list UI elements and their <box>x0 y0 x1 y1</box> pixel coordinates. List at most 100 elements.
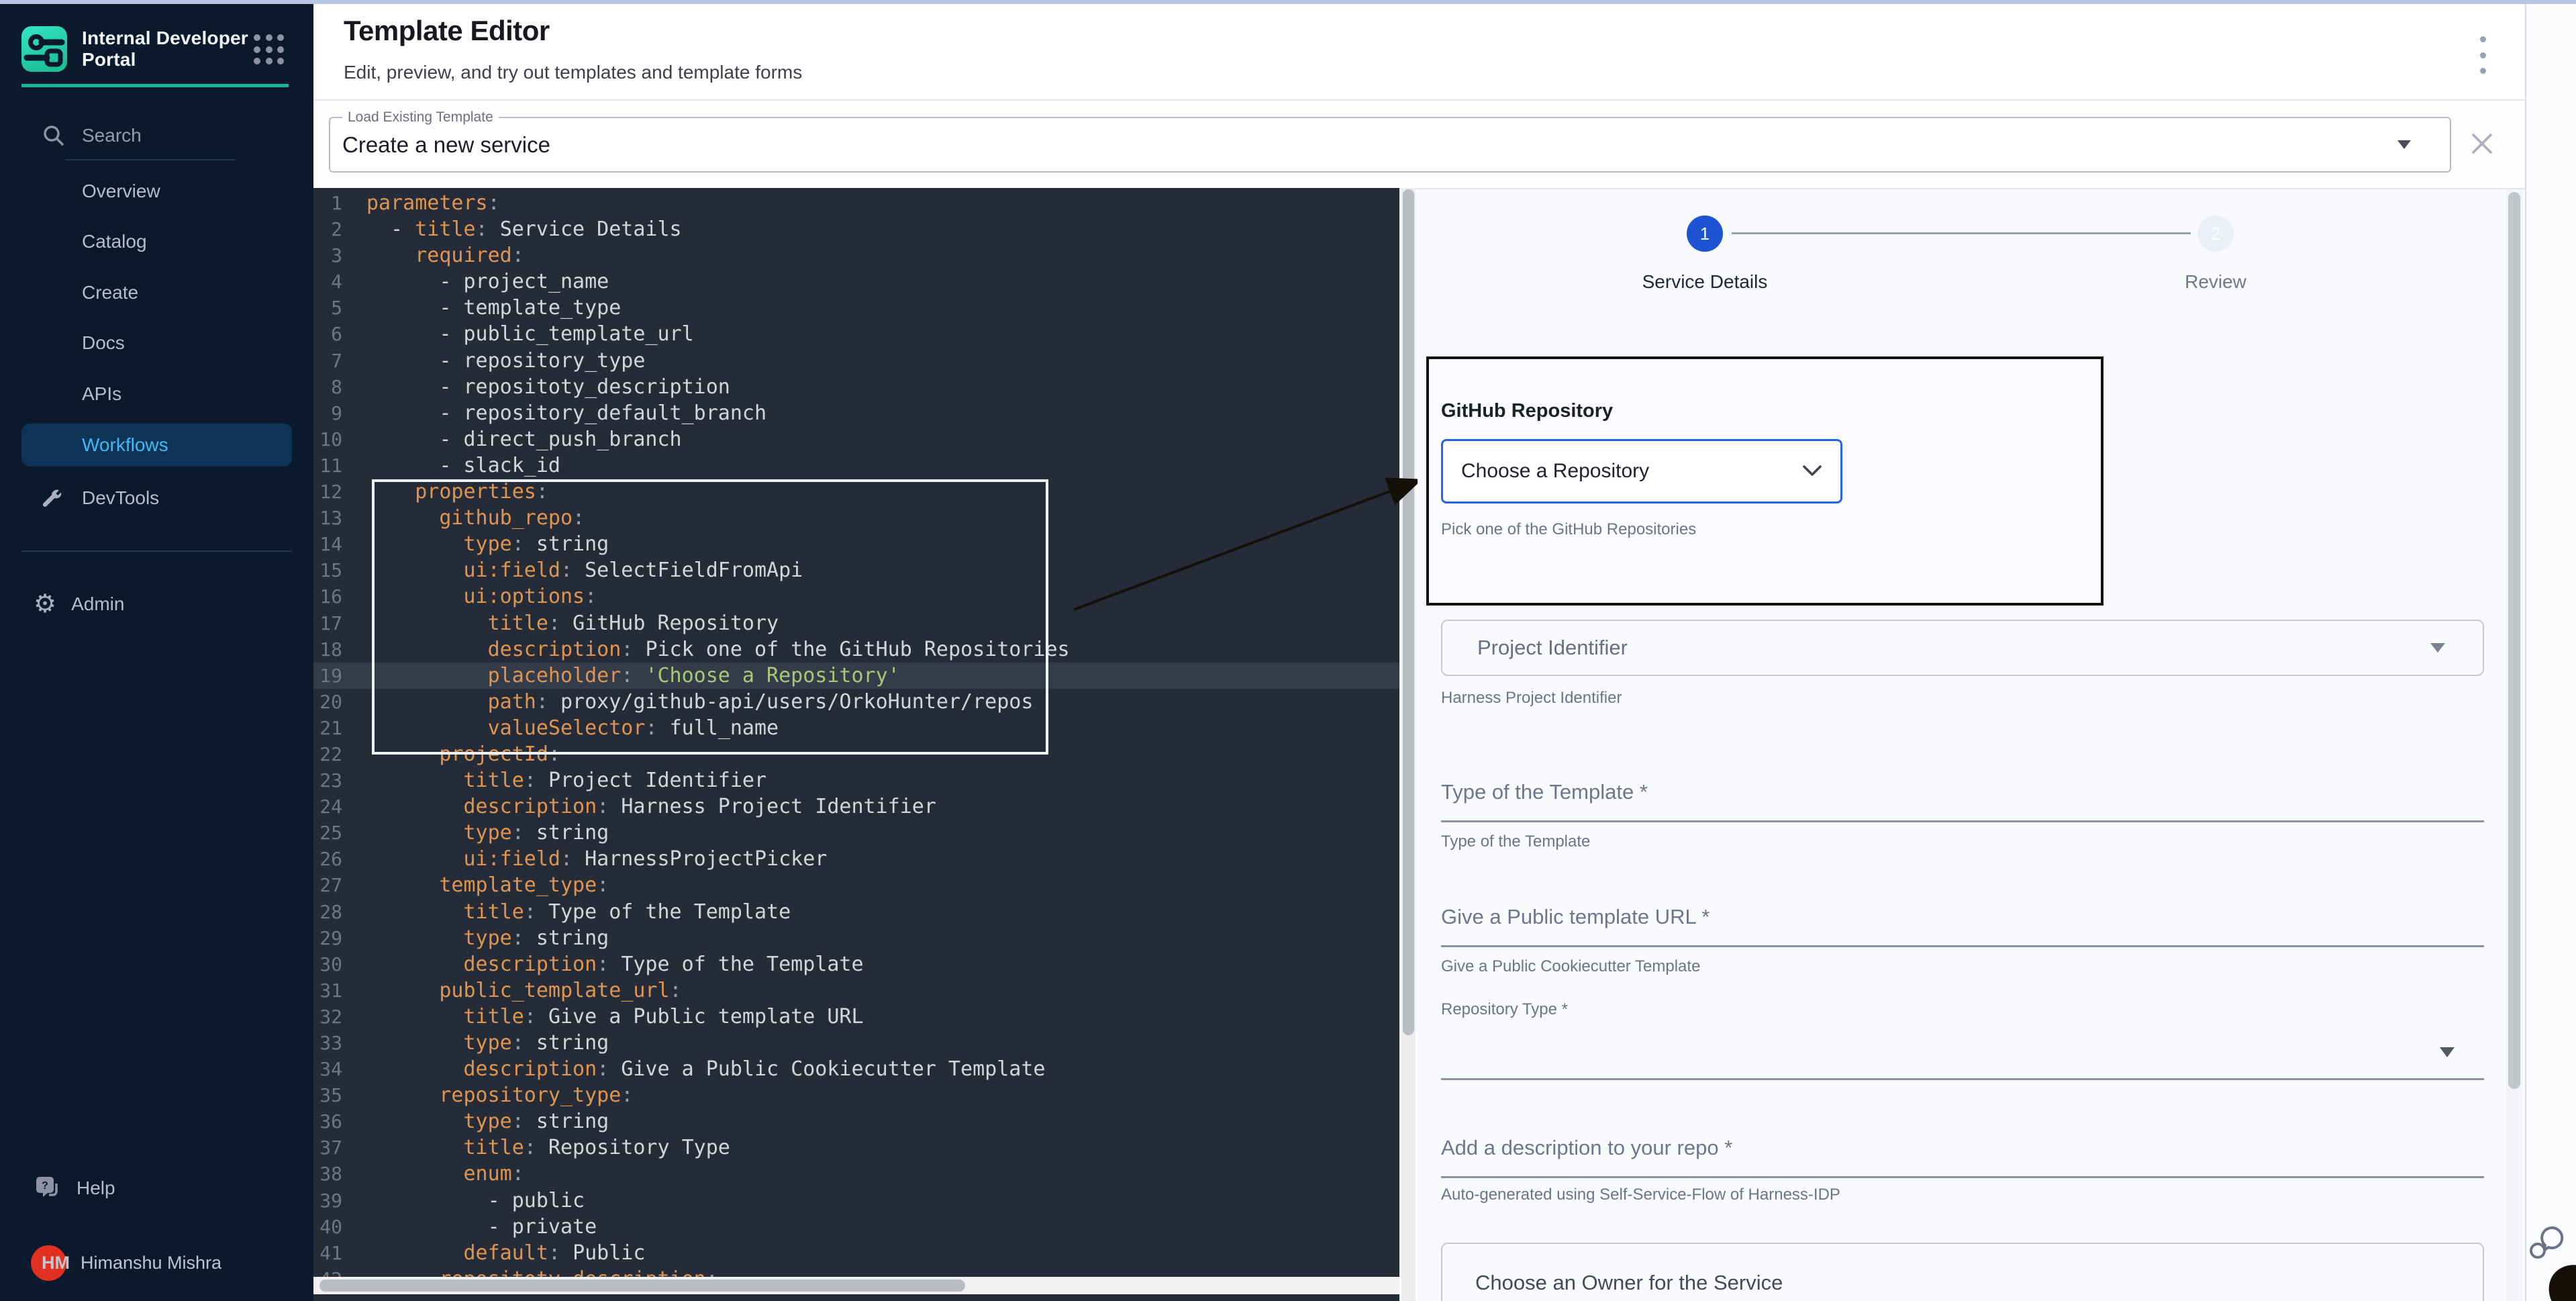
code-line-27[interactable]: 27 template_type: <box>313 872 1399 898</box>
code-line-7[interactable]: 7 - repository_type <box>313 348 1399 374</box>
chevron-down-icon <box>1803 465 1822 477</box>
search-divider <box>65 159 235 160</box>
sidebar-item-catalog[interactable]: Catalog <box>0 217 313 268</box>
clear-template-button[interactable] <box>2470 132 2494 156</box>
line-number: 29 <box>313 925 342 951</box>
kebab-menu-button[interactable] <box>2469 34 2496 77</box>
code-line-4[interactable]: 4 - project_name <box>313 269 1399 295</box>
code-line-12[interactable]: 12 properties: <box>313 479 1399 505</box>
code-line-19[interactable]: 19 placeholder: 'Choose a Repository' <box>313 663 1399 689</box>
load-template-row: Load Existing Template Create a new serv… <box>313 101 2525 189</box>
line-content: projectId: <box>366 742 560 766</box>
code-line-16[interactable]: 16 ui:options: <box>313 583 1399 610</box>
load-existing-template-select[interactable]: Load Existing Template Create a new serv… <box>329 117 2451 173</box>
code-line-31[interactable]: 31 public_template_url: <box>313 977 1399 1004</box>
code-line-8[interactable]: 8 - repositoty_description <box>313 374 1399 400</box>
service-owner-select[interactable]: Choose an Owner for the Service <box>1441 1243 2484 1301</box>
editor-vertical-scrollbar-thumb[interactable] <box>1403 189 1414 1035</box>
step-1-label: Service Details <box>1571 271 1839 293</box>
template-type-input[interactable]: Type of the Template * <box>1441 780 2484 827</box>
code-line-9[interactable]: 9 - repository_default_branch <box>313 400 1399 426</box>
line-content: type: string <box>366 1110 609 1133</box>
code-line-11[interactable]: 11 - slack_id <box>313 452 1399 479</box>
sidebar-item-help[interactable]: ? Help <box>0 1160 313 1216</box>
code-line-17[interactable]: 17 title: GitHub Repository <box>313 610 1399 636</box>
search-icon <box>42 124 66 148</box>
code-line-5[interactable]: 5 - template_type <box>313 295 1399 321</box>
apps-grid-icon[interactable] <box>254 34 285 65</box>
code-line-20[interactable]: 20 path: proxy/github-api/users/OrkoHunt… <box>313 689 1399 715</box>
code-line-29[interactable]: 29 type: string <box>313 925 1399 951</box>
code-line-35[interactable]: 35 repository_type: <box>313 1082 1399 1108</box>
code-line-34[interactable]: 34 description: Give a Public Cookiecutt… <box>313 1056 1399 1082</box>
sidebar-item-devtools[interactable]: DevTools <box>0 471 313 525</box>
line-number: 37 <box>313 1135 342 1161</box>
code-line-32[interactable]: 32 title: Give a Public template URL <box>313 1004 1399 1030</box>
line-content: - repository_default_branch <box>366 401 766 425</box>
line-content: properties: <box>366 480 548 503</box>
code-line-6[interactable]: 6 - public_template_url <box>313 321 1399 347</box>
line-number: 8 <box>313 374 342 400</box>
code-line-37[interactable]: 37 title: Repository Type <box>313 1135 1399 1161</box>
yaml-code-editor[interactable]: 1parameters:2 - title: Service Details3 … <box>313 188 1399 1301</box>
line-number: 31 <box>313 977 342 1004</box>
code-line-24[interactable]: 24 description: Harness Project Identifi… <box>313 793 1399 820</box>
line-content: description: Give a Public Cookiecutter … <box>366 1057 1045 1081</box>
code-line-21[interactable]: 21 valueSelector: full_name <box>313 715 1399 741</box>
line-content: - direct_push_branch <box>366 428 682 451</box>
line-content: path: proxy/github-api/users/OrkoHunter/… <box>366 690 1033 714</box>
line-content: title: Project Identifier <box>366 769 766 792</box>
code-line-39[interactable]: 39 - public <box>313 1188 1399 1214</box>
project-identifier-select[interactable]: Project Identifier <box>1441 620 2484 676</box>
repo-description-input[interactable]: Add a description to your repo * <box>1441 1136 2484 1183</box>
code-line-13[interactable]: 13 github_repo: <box>313 505 1399 531</box>
code-line-22[interactable]: 22 projectId: <box>313 741 1399 767</box>
code-line-33[interactable]: 33 type: string <box>313 1030 1399 1056</box>
step-1-circle[interactable]: 1 <box>1687 215 1723 252</box>
sidebar-item-create[interactable]: Create <box>0 267 313 318</box>
code-line-15[interactable]: 15 ui:field: SelectFieldFromApi <box>313 557 1399 583</box>
code-line-2[interactable]: 2 - title: Service Details <box>313 216 1399 242</box>
code-line-14[interactable]: 14 type: string <box>313 531 1399 557</box>
editor-horizontal-scrollbar-thumb[interactable] <box>319 1280 965 1292</box>
code-line-36[interactable]: 36 type: string <box>313 1108 1399 1135</box>
github-repository-helper: Pick one of the GitHub Repositories <box>1441 520 1696 539</box>
line-number: 3 <box>313 242 342 269</box>
code-line-1[interactable]: 1parameters: <box>313 190 1399 216</box>
code-line-28[interactable]: 28 title: Type of the Template <box>313 899 1399 925</box>
step-2-circle[interactable]: 2 <box>2197 215 2234 252</box>
code-line-26[interactable]: 26 ui:field: HarnessProjectPicker <box>313 846 1399 872</box>
search-label: Search <box>82 125 142 146</box>
code-line-10[interactable]: 10 - direct_push_branch <box>313 426 1399 452</box>
sidebar-item-apis[interactable]: APIs <box>0 369 313 420</box>
user-menu[interactable]: HM Himanshu Mishra <box>0 1233 313 1293</box>
code-line-18[interactable]: 18 description: Pick one of the GitHub R… <box>313 636 1399 663</box>
sidebar-item-label: APIs <box>82 383 121 405</box>
code-line-41[interactable]: 41 default: Public <box>313 1240 1399 1266</box>
panel-vertical-scrollbar-thumb[interactable] <box>2508 192 2520 1089</box>
right-gutter <box>2525 4 2576 1301</box>
brand[interactable]: Internal Developer Portal <box>21 26 292 72</box>
code-line-30[interactable]: 30 description: Type of the Template <box>313 951 1399 977</box>
sidebar: Internal Developer Portal Search Overvie… <box>0 4 313 1301</box>
sidebar-item-overview[interactable]: Overview <box>0 166 313 217</box>
line-number: 40 <box>313 1214 342 1240</box>
public-template-url-input[interactable]: Give a Public template URL * <box>1441 905 2484 952</box>
line-number: 15 <box>313 557 342 583</box>
line-number: 12 <box>313 479 342 505</box>
code-line-23[interactable]: 23 title: Project Identifier <box>313 767 1399 793</box>
line-content: required: <box>366 244 524 267</box>
sidebar-search[interactable]: Search <box>0 115 313 158</box>
sidebar-item-docs[interactable]: Docs <box>0 318 313 369</box>
code-line-25[interactable]: 25 type: string <box>313 820 1399 846</box>
line-content: enum: <box>366 1162 524 1186</box>
code-line-40[interactable]: 40 - private <box>313 1214 1399 1240</box>
code-line-3[interactable]: 3 required: <box>313 242 1399 269</box>
chat-bubbles-icon[interactable] <box>2528 1222 2567 1261</box>
line-number: 27 <box>313 872 342 898</box>
github-repository-select[interactable]: Choose a Repository <box>1441 439 1842 503</box>
repository-type-select[interactable]: Repository Type * <box>1441 1000 2484 1081</box>
code-line-38[interactable]: 38 enum: <box>313 1161 1399 1187</box>
sidebar-item-workflows[interactable]: Workflows <box>21 424 292 467</box>
sidebar-item-admin[interactable]: ⚙ Admin <box>0 577 313 631</box>
